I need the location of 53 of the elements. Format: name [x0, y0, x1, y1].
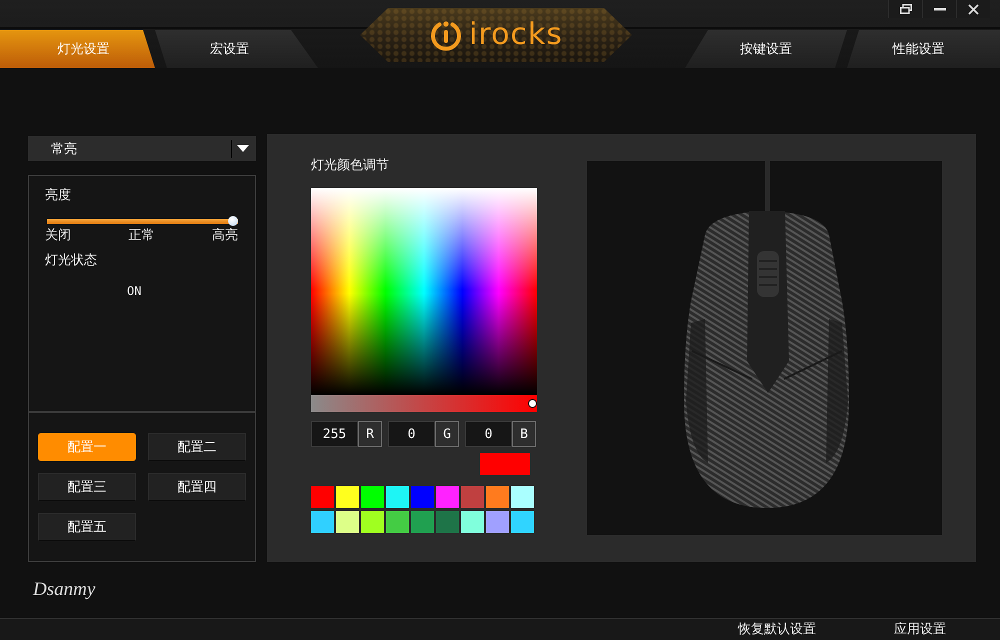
minimize-icon — [934, 8, 946, 10]
profile-button[interactable]: 配置二 — [148, 433, 246, 461]
signature-text: Dsanmy — [33, 579, 96, 601]
color-swatch-icon[interactable] — [361, 486, 384, 508]
tab[interactable]: 性能设置 — [847, 30, 1000, 68]
color-swatch-icon[interactable] — [311, 511, 334, 533]
color-swatch-icon[interactable] — [461, 511, 484, 533]
status-value: ON — [127, 284, 142, 299]
restore-button[interactable] — [888, 0, 922, 18]
profile-button[interactable]: 配置五 — [38, 513, 136, 541]
apply-button[interactable]: 应用设置 — [892, 622, 948, 638]
close-icon — [968, 4, 979, 14]
color-swatch-icon[interactable] — [386, 486, 409, 508]
color-spectrum-picker[interactable] — [311, 188, 537, 395]
saturation-slider[interactable] — [311, 395, 537, 412]
tick-label: 高亮 — [212, 228, 238, 244]
channel-input[interactable]: 255 — [311, 421, 358, 447]
tick-label: 关闭 — [45, 228, 71, 244]
caret-icon — [237, 145, 249, 152]
profile-button[interactable]: 配置三 — [38, 473, 136, 501]
tab[interactable]: 按键设置 — [685, 30, 847, 68]
tab[interactable]: 宏设置 — [155, 30, 318, 68]
color-swatch-icon[interactable] — [486, 511, 509, 533]
slider-thumb[interactable] — [228, 216, 238, 226]
color-swatch-icon[interactable] — [486, 486, 509, 508]
color-swatch-icon[interactable] — [511, 486, 534, 508]
minimize-button[interactable] — [922, 0, 956, 18]
color-swatch-icon[interactable] — [436, 486, 459, 508]
restore-icon — [900, 4, 912, 14]
channel-input[interactable]: 0 — [465, 421, 512, 447]
color-swatch-icon[interactable] — [511, 511, 534, 533]
color-swatch-icon[interactable] — [336, 511, 359, 533]
reset-button[interactable]: 恢复默认设置 — [736, 622, 818, 638]
brightness-label: 亮度 — [45, 188, 72, 204]
color-swatch-icon[interactable] — [411, 511, 434, 533]
tick-label: 正常 — [128, 228, 154, 244]
channel-input[interactable]: 0 — [388, 421, 435, 447]
color-swatch-icon[interactable] — [411, 486, 434, 508]
color-swatch-icon[interactable] — [311, 486, 334, 508]
status-label: 灯光状态 — [45, 253, 98, 269]
channel-label: G — [435, 421, 459, 447]
color-title: 灯光颜色调节 — [311, 158, 390, 174]
color-swatch-icon[interactable] — [386, 511, 409, 533]
profile-button[interactable]: 配置四 — [148, 473, 246, 501]
color-swatch-icon[interactable] — [336, 486, 359, 508]
color-swatch-icon[interactable] — [461, 486, 484, 508]
channel-label: B — [512, 421, 536, 447]
color-swatch-icon[interactable] — [361, 511, 384, 533]
mode-dropdown[interactable]: 常亮 — [28, 136, 256, 161]
logo-text: irocks — [469, 18, 563, 52]
channel-label: R — [358, 421, 382, 447]
slider-thumb[interactable] — [528, 399, 537, 408]
color-swatch-icon[interactable] — [436, 511, 459, 533]
